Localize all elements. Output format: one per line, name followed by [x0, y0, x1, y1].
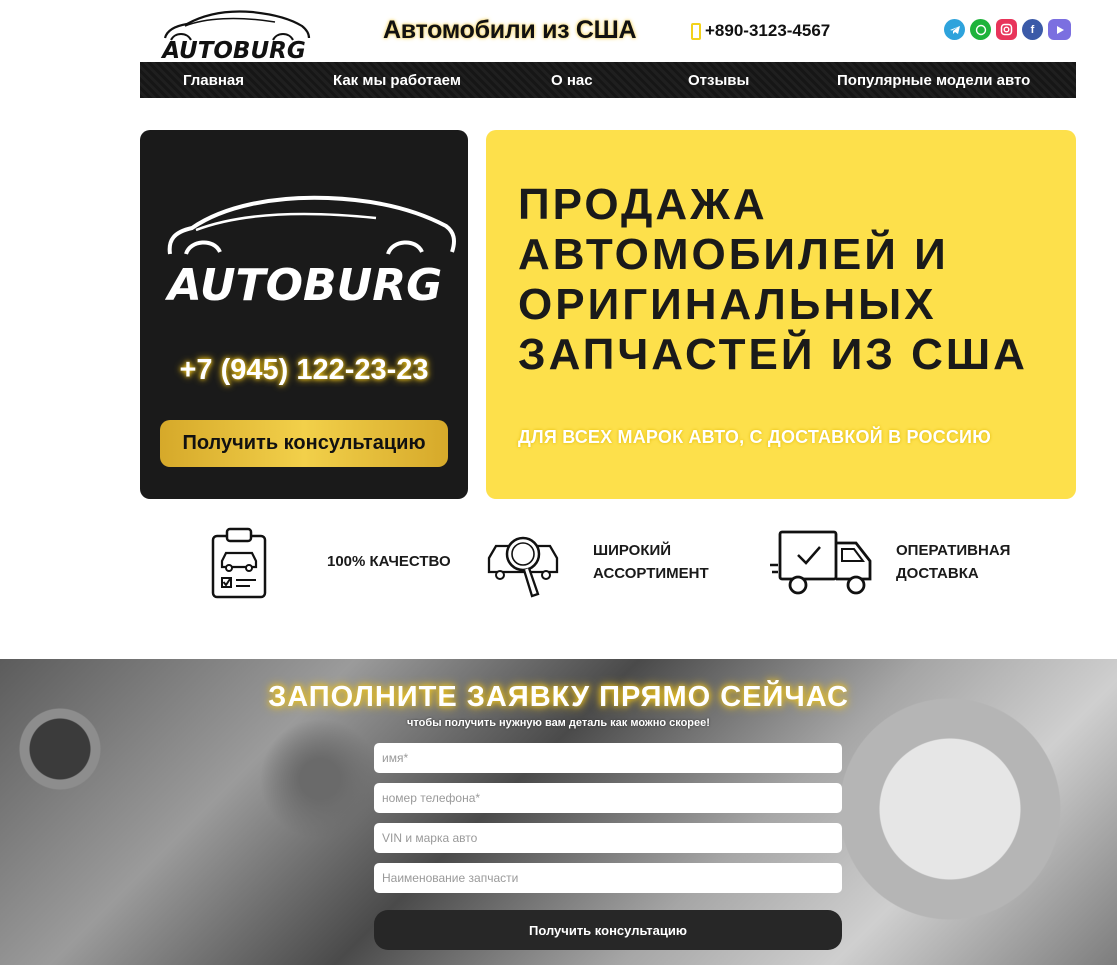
nav-item-reviews[interactable]: Отзывы: [688, 72, 749, 89]
nav-item-how-we-work[interactable]: Как мы работаем: [333, 72, 461, 89]
hero-banner: ПРОДАЖА АВТОМОБИЛЕЙ И ОРИГИНАЛЬНЫХ ЗАПЧА…: [486, 130, 1076, 499]
feature-line: ОПЕРАТИВНАЯ: [896, 542, 1011, 559]
header-logo[interactable]: AUTOBURG: [157, 4, 312, 64]
logo-text: AUTOBURG: [160, 38, 305, 60]
youtube-icon[interactable]: [1048, 19, 1071, 40]
hero-title-line: ЗАПЧАСТЕЙ ИЗ США: [518, 330, 1028, 379]
feature-delivery-text: ОПЕРАТИВНАЯ ДОСТАВКА: [896, 539, 1010, 585]
car-logo-icon: AUTOBURG: [160, 10, 311, 64]
magnifier-car-icon: [486, 528, 560, 605]
feature-assortment-text: ШИРОКИЙ АССОРТИМЕНТ: [593, 539, 709, 585]
submit-consult-button[interactable]: Получить консультацию: [374, 910, 842, 950]
hero-title-line: АВТОМОБИЛЕЙ И: [518, 230, 949, 279]
form-subtitle: чтобы получить нужную вам деталь как мож…: [407, 717, 710, 729]
car-logo-large-icon: AUTOBURG: [165, 195, 456, 311]
phone-field[interactable]: [374, 783, 842, 813]
hero-phone[interactable]: +7 (945) 122-23-23: [140, 354, 468, 387]
instagram-icon[interactable]: [996, 19, 1017, 40]
telegram-icon[interactable]: [944, 19, 965, 40]
header-phone-number[interactable]: +890-3123-4567: [705, 21, 830, 41]
hero-logo-text: AUTOBURG: [165, 260, 442, 308]
feature-line: ДОСТАВКА: [896, 565, 979, 582]
nav-item-popular-models[interactable]: Популярные модели авто: [837, 72, 1030, 89]
request-form-section: ЗАПОЛНИТЕ ЗАЯВКУ ПРЯМО СЕЙЧАС чтобы полу…: [0, 659, 1117, 965]
part-name-field[interactable]: [374, 863, 842, 893]
whatsapp-icon[interactable]: [970, 19, 991, 40]
vin-field[interactable]: [374, 823, 842, 853]
facebook-icon[interactable]: f: [1022, 19, 1043, 40]
clipboard-car-icon: [210, 527, 268, 604]
mobile-phone-icon: [691, 22, 701, 40]
name-field[interactable]: [374, 743, 842, 773]
consult-button[interactable]: Получить консультацию: [160, 420, 448, 467]
feature-line: АССОРТИМЕНТ: [593, 565, 709, 582]
form-title: ЗАПОЛНИТЕ ЗАЯВКУ ПРЯМО СЕЙЧАС: [268, 681, 849, 713]
hero-title-line: ПРОДАЖА: [518, 180, 768, 229]
hero-subtitle: ДЛЯ ВСЕХ МАРОК АВТО, С ДОСТАВКОЙ В РОССИ…: [518, 427, 991, 447]
site-header: AUTOBURG Автомобили из США +890-3123-456…: [140, 0, 1076, 64]
delivery-truck-icon: [770, 529, 876, 602]
feature-line: ШИРОКИЙ: [593, 542, 672, 559]
feature-quality-text: 100% КАЧЕСТВО: [327, 550, 451, 573]
feature-line: 100% КАЧЕСТВО: [327, 553, 451, 570]
contact-card: AUTOBURG +7 (945) 122-23-23 Получить кон…: [140, 130, 468, 499]
hero-title-line: ОРИГИНАЛЬНЫХ: [518, 280, 937, 329]
social-links: f: [944, 19, 1071, 40]
header-phone[interactable]: +890-3123-4567: [691, 21, 830, 41]
hero-logo: AUTOBURG: [148, 192, 462, 311]
nav-item-about[interactable]: О нас: [551, 72, 593, 89]
hero-title: ПРОДАЖА АВТОМОБИЛЕЙ И ОРИГИНАЛЬНЫХ ЗАПЧА…: [518, 180, 1058, 380]
site-tagline: Автомобили из США: [383, 16, 637, 44]
nav-item-home[interactable]: Главная: [183, 72, 244, 89]
main-nav: Главная Как мы работаем О нас Отзывы Поп…: [140, 62, 1076, 98]
